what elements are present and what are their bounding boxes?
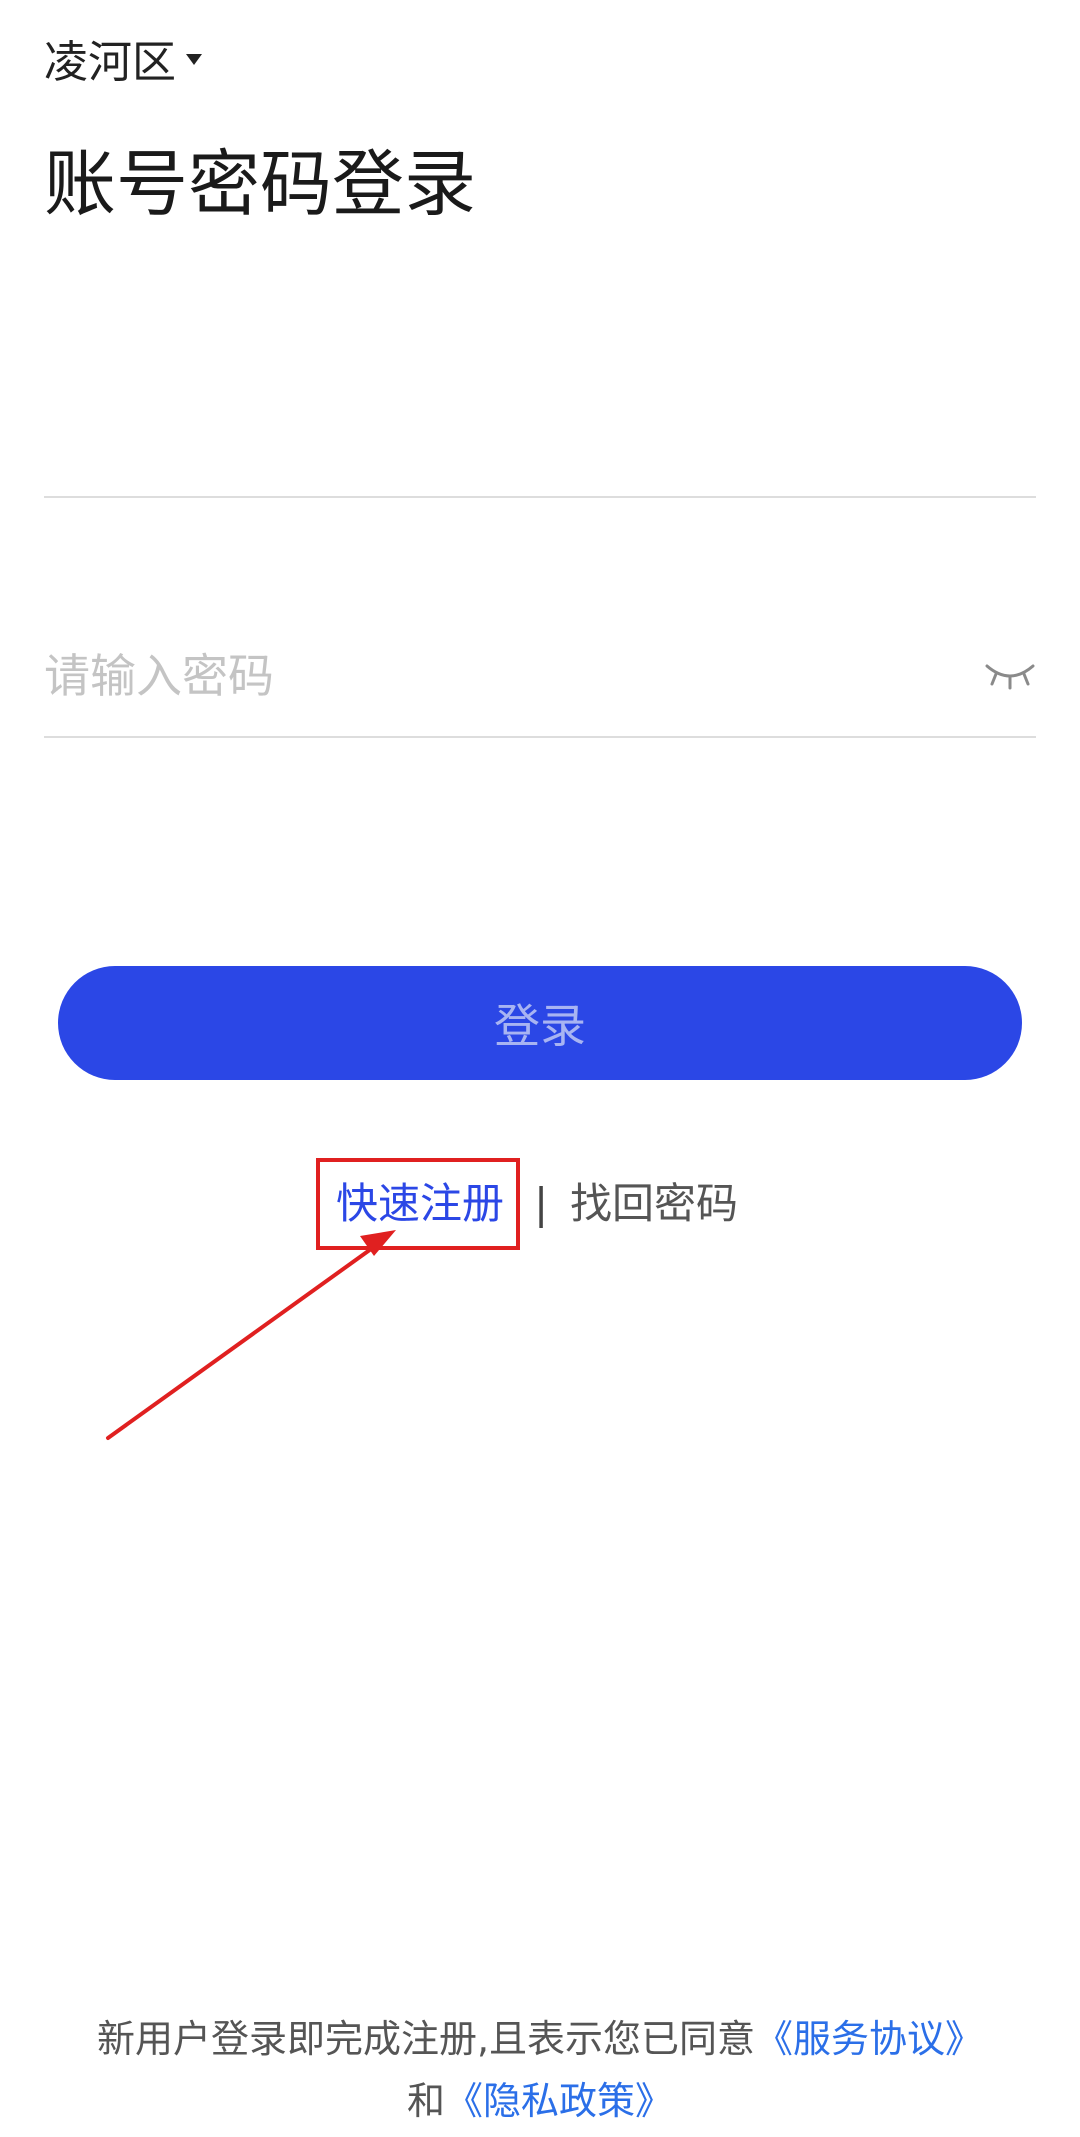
- password-input[interactable]: [44, 616, 924, 736]
- privacy-policy-link[interactable]: 《隐私政策》: [445, 2079, 673, 2123]
- login-button[interactable]: 登录: [58, 966, 1022, 1080]
- agreement-prefix: 新用户登录即完成注册,且表示您已同意: [96, 2017, 756, 2061]
- auth-links: 快速注册 | 找回密码: [0, 1158, 1080, 1250]
- agreement-text: 新用户登录即完成注册,且表示您已同意《服务协议》和《隐私政策》: [90, 2008, 990, 2132]
- password-field: [44, 616, 1036, 738]
- link-divider: |: [534, 1179, 549, 1228]
- page-title: 账号密码登录: [44, 142, 477, 226]
- account-field: [44, 376, 1036, 498]
- register-link[interactable]: 快速注册: [336, 1174, 504, 1234]
- account-input[interactable]: [44, 376, 924, 496]
- eye-closed-icon[interactable]: [984, 656, 1036, 696]
- service-agreement-link[interactable]: 《服务协议》: [755, 2017, 983, 2061]
- agreement-conjunction: 和: [406, 2079, 445, 2123]
- region-selector[interactable]: 凌河区: [44, 28, 202, 88]
- region-label: 凌河区: [44, 37, 176, 88]
- caret-down-icon: [186, 53, 202, 65]
- recover-password-link[interactable]: 找回密码: [570, 1174, 738, 1234]
